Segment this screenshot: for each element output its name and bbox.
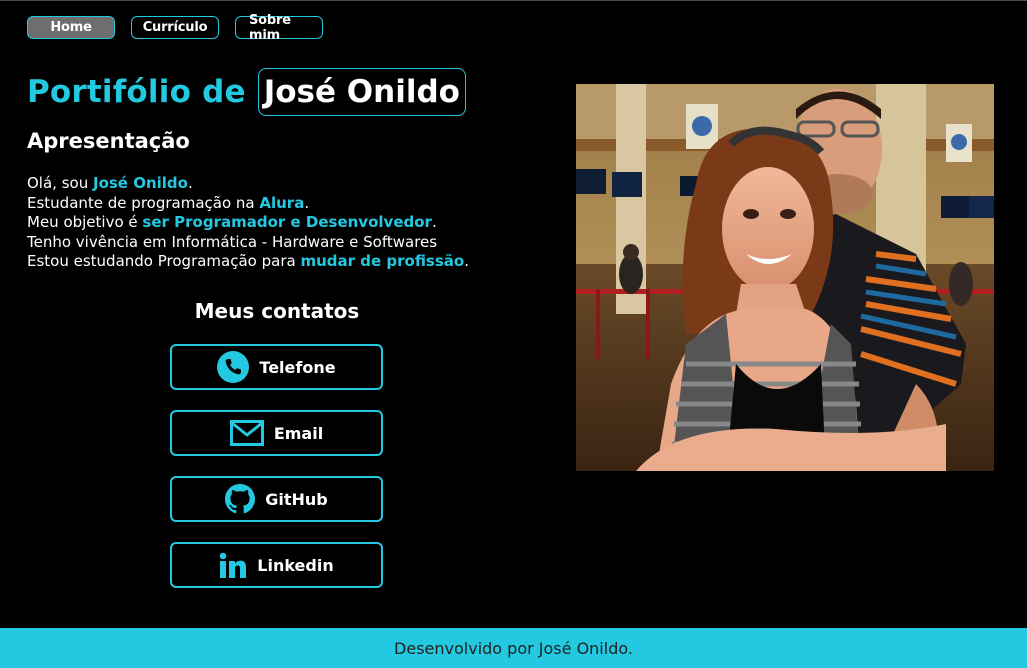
linkedin-button[interactable]: Linkedin bbox=[170, 542, 383, 588]
email-icon bbox=[229, 420, 264, 446]
top-border bbox=[0, 0, 1027, 1]
email-label: Email bbox=[273, 423, 324, 443]
nav-curriculo-button[interactable]: Currículo bbox=[131, 16, 219, 39]
intro-text: . bbox=[431, 213, 437, 231]
presentation-text: Olá, sou José Onildo. Estudante de progr… bbox=[27, 174, 469, 272]
footer: Desenvolvido por José Onildo. bbox=[0, 628, 1027, 668]
email-button[interactable]: Email bbox=[170, 410, 383, 456]
linkedin-label: Linkedin bbox=[257, 555, 334, 575]
github-button[interactable]: GitHub bbox=[170, 476, 383, 522]
intro-highlight: José Onildo bbox=[92, 174, 188, 192]
footer-text: Desenvolvido por José Onildo. bbox=[394, 638, 633, 658]
intro-line-3: Meu objetivo é ser Programador e Desenvo… bbox=[27, 213, 469, 233]
github-label: GitHub bbox=[265, 489, 328, 509]
intro-line-2: Estudante de programação na Alura. bbox=[27, 194, 469, 214]
intro-text: Meu objetivo é bbox=[27, 213, 143, 231]
phone-icon bbox=[217, 351, 250, 383]
profile-photo bbox=[576, 84, 994, 471]
nav-home-button[interactable]: Home bbox=[27, 16, 115, 39]
intro-line-1: Olá, sou José Onildo. bbox=[27, 174, 469, 194]
github-icon bbox=[225, 484, 256, 514]
intro-text: . bbox=[187, 174, 193, 192]
intro-text: . bbox=[304, 193, 310, 212]
intro-text: Estou estudando Programação para bbox=[27, 252, 301, 270]
top-nav: Home Currículo Sobre mim bbox=[27, 13, 323, 43]
intro-text: . bbox=[464, 252, 469, 270]
intro-text: Estudante de programação na bbox=[27, 193, 260, 212]
intro-line-5: Estou estudando Programação para mudar d… bbox=[27, 252, 469, 272]
nav-sobre-button[interactable]: Sobre mim bbox=[235, 13, 323, 43]
telefone-button[interactable]: Telefone bbox=[170, 344, 383, 390]
contacts-heading: Meus contatos bbox=[194, 299, 360, 323]
intro-text: Olá, sou bbox=[27, 174, 93, 192]
intro-highlight: Alura bbox=[259, 193, 305, 212]
intro-highlight: mudar de profissão bbox=[300, 252, 465, 270]
presentation-heading: Apresentação bbox=[27, 129, 190, 153]
linkedin-icon bbox=[219, 552, 247, 578]
title-prefix: Portifólio de bbox=[27, 74, 246, 110]
intro-highlight: ser Programador e Desenvolvedor bbox=[142, 213, 432, 231]
title-name: José Onildo bbox=[257, 68, 466, 116]
page-title: Portifólio de José Onildo bbox=[27, 68, 466, 116]
intro-line-4: Tenho vivência em Informática - Hardware… bbox=[27, 232, 438, 251]
telefone-label: Telefone bbox=[259, 357, 336, 377]
